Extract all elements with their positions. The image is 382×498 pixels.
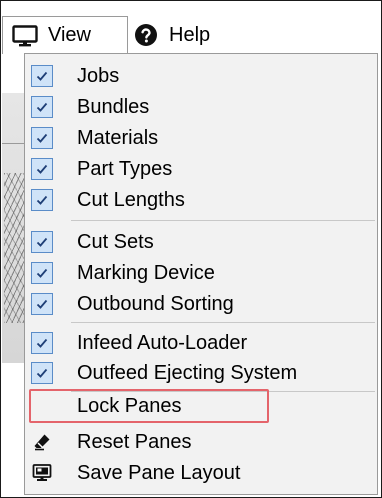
checkmark-icon xyxy=(31,127,53,149)
checkmark-icon xyxy=(31,362,53,384)
menu-item-label: Outfeed Ejecting System xyxy=(77,361,298,384)
background-divider xyxy=(2,143,24,144)
menu-item-label: Outbound Sorting xyxy=(77,292,234,315)
menu-help-label: Help xyxy=(169,23,211,46)
menu-view[interactable]: View xyxy=(2,16,128,54)
menu-item-save-pane-layout[interactable]: Save Pane Layout xyxy=(25,457,377,489)
checkmark-icon xyxy=(31,65,53,87)
menu-item-label: Lock Panes xyxy=(77,394,182,417)
menu-item-lock-panes[interactable]: Lock Panes xyxy=(25,390,377,422)
menu-item-cut-lengths[interactable]: Cut Lengths xyxy=(25,184,377,216)
monitor-save-icon xyxy=(31,462,53,484)
menu-separator xyxy=(71,220,375,221)
app-window: View Help Jobs Bundles Materials Part Ty… xyxy=(0,0,382,498)
background-image xyxy=(4,173,24,323)
menu-item-materials[interactable]: Materials xyxy=(25,122,377,154)
checkmark-icon xyxy=(31,262,53,284)
menu-item-label: Reset Panes xyxy=(77,430,192,453)
menu-item-bundles[interactable]: Bundles xyxy=(25,91,377,123)
checkmark-icon xyxy=(31,158,53,180)
menu-item-label: Cut Lengths xyxy=(77,188,185,211)
menu-item-infeed-auto-loader[interactable]: Infeed Auto-Loader xyxy=(25,327,377,359)
checkmark-icon xyxy=(31,189,53,211)
monitor-icon xyxy=(12,24,38,46)
menubar: View Help xyxy=(2,2,380,54)
menu-view-label: View xyxy=(48,24,91,46)
menu-item-outbound-sorting[interactable]: Outbound Sorting xyxy=(25,288,377,320)
menu-item-marking-device[interactable]: Marking Device xyxy=(25,257,377,289)
menu-separator xyxy=(71,322,375,323)
help-circle-icon xyxy=(135,24,157,46)
menu-item-label: Materials xyxy=(77,126,159,149)
menu-item-label: Save Pane Layout xyxy=(77,461,241,484)
menu-item-label: Cut Sets xyxy=(77,230,154,253)
menu-item-label: Marking Device xyxy=(77,261,215,284)
checkmark-icon xyxy=(31,332,53,354)
menu-item-label: Bundles xyxy=(77,95,150,118)
menu-item-jobs[interactable]: Jobs xyxy=(25,60,377,92)
checkmark-icon xyxy=(31,293,53,315)
checkmark-icon xyxy=(31,231,53,253)
background-app-area xyxy=(2,93,24,363)
checkmark-icon xyxy=(31,96,53,118)
menu-item-label: Jobs xyxy=(77,64,120,87)
view-dropdown-menu: Jobs Bundles Materials Part Types Cut Le… xyxy=(24,53,378,495)
menu-item-cut-sets[interactable]: Cut Sets xyxy=(25,226,377,258)
menu-help[interactable]: Help xyxy=(134,16,210,54)
menu-item-reset-panes[interactable]: Reset Panes xyxy=(25,426,377,458)
eraser-icon xyxy=(31,431,53,453)
menu-item-part-types[interactable]: Part Types xyxy=(25,153,377,185)
menu-item-label: Infeed Auto-Loader xyxy=(77,331,248,354)
menu-item-outfeed-ejecting-system[interactable]: Outfeed Ejecting System xyxy=(25,357,377,389)
menu-item-label: Part Types xyxy=(77,157,173,180)
